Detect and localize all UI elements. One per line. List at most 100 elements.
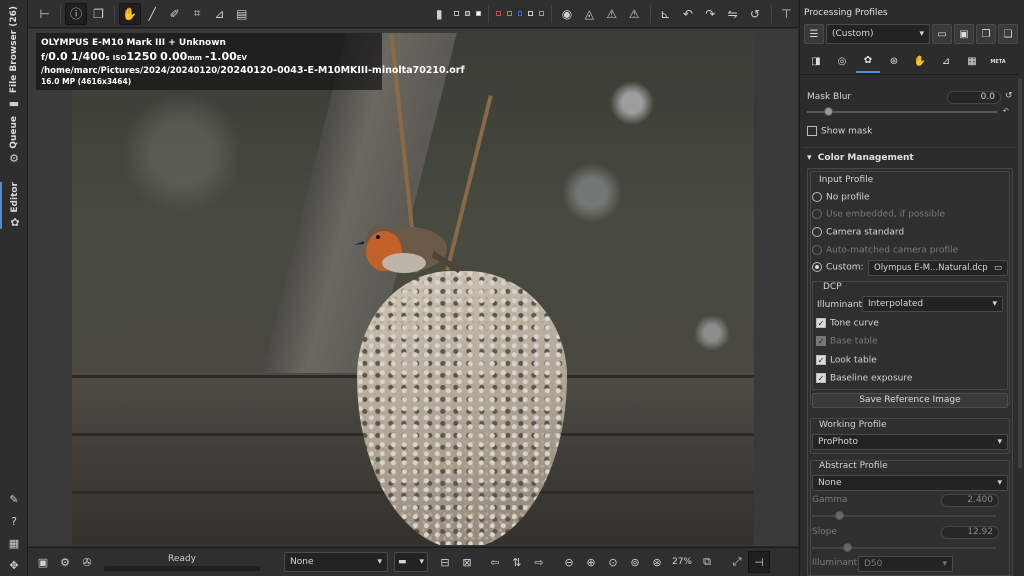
tab-editor[interactable]: Editor ✿ [0, 182, 28, 229]
save-profile-icon[interactable]: ▣ [954, 24, 974, 44]
history-toggle-icon[interactable]: ⊢ [34, 3, 55, 25]
gamma-knob[interactable] [835, 511, 844, 520]
help-icon[interactable]: ? [0, 510, 28, 532]
tab-queue[interactable]: Queue ⚙ [0, 116, 28, 165]
working-profile-select[interactable]: ProPhoto ▾ [812, 434, 1008, 450]
channel-blue-icon[interactable] [517, 11, 523, 16]
save-reference-button[interactable]: Save Reference Image [812, 393, 1008, 408]
sync-icon[interactable]: ⇅ [506, 551, 528, 573]
wb-picker-icon[interactable]: ╱ [142, 3, 163, 25]
tone-curve-checkbox[interactable]: ✓ Tone curve [816, 318, 879, 329]
save-icon[interactable]: ▣ [32, 551, 54, 573]
next-image-icon[interactable]: ⇨ [528, 551, 550, 573]
tab-transform-icon[interactable]: ⊿ [934, 51, 958, 73]
spot-removal-icon[interactable]: ✐ [164, 3, 185, 25]
fullscreen-icon[interactable]: ⤢ [726, 551, 748, 573]
move-icon[interactable]: ✥ [0, 554, 28, 576]
profile-select[interactable]: (Custom) ▾ [826, 24, 930, 44]
zoom-in-icon[interactable]: ⊕ [580, 551, 602, 573]
slope-knob[interactable] [843, 543, 852, 552]
input-profile-title: Input Profile [819, 175, 874, 185]
illuminant-select[interactable]: Interpolated ▾ [862, 296, 1003, 312]
channel-red-icon[interactable] [495, 11, 501, 16]
mask-blur-value[interactable]: 0.0 [947, 91, 1001, 104]
zoom-out-icon[interactable]: ⊖ [558, 551, 580, 573]
snapshot-profile-select[interactable]: None ▾ [284, 552, 388, 572]
radio-auto-matched[interactable]: Auto-matched camera profile [812, 245, 958, 256]
tab-file-browser[interactable]: File Browser (26) ▬ [0, 6, 28, 110]
channel-luma-icon[interactable] [528, 11, 534, 16]
softproof-icon[interactable]: ⊟ [434, 551, 456, 573]
focus-mask-icon[interactable]: ◉ [556, 3, 577, 25]
gamut-check-icon[interactable]: ⊠ [456, 551, 478, 573]
mask-blur-knob[interactable] [824, 107, 833, 116]
straighten-icon[interactable]: ⊿ [209, 3, 230, 25]
tab-favorites-icon[interactable]: ◨ [804, 51, 828, 73]
right-panel-scrollbar[interactable] [1018, 78, 1022, 468]
slope-value[interactable]: 12.92 [941, 526, 999, 539]
tab-advanced-icon[interactable]: ⊛ [882, 51, 906, 73]
gears-icon: ⚙ [9, 152, 19, 166]
histogram-icon[interactable]: ⊾ [655, 3, 676, 25]
info-icon[interactable]: ⓘ [65, 2, 87, 25]
show-mask-checkbox[interactable]: Show mask [807, 126, 872, 137]
copy-profile-icon[interactable]: ❐ [976, 24, 996, 44]
prev-image-icon[interactable]: ⇦ [484, 551, 506, 573]
gamut-icon[interactable]: ◬ [579, 3, 600, 25]
paste-profile-icon[interactable]: ❏ [998, 24, 1018, 44]
zoom-fit-icon[interactable]: ⊛ [646, 551, 668, 573]
bg-black-icon[interactable] [453, 11, 459, 16]
radio-no-profile[interactable]: No profile [812, 192, 870, 203]
tab-exposure-icon[interactable]: ◎ [830, 51, 854, 73]
bg-color-icon[interactable]: ▮ [429, 3, 450, 25]
queue-icon[interactable]: ⚙ [54, 551, 76, 573]
flip-icon[interactable]: ⇋ [722, 3, 743, 25]
toggle-right-panel-icon[interactable]: ⊤ [776, 3, 797, 25]
hand-tool-icon[interactable]: ✋ [119, 2, 141, 25]
image-size: 16.0 MP (4616x3464) [41, 77, 132, 86]
image-viewport[interactable] [28, 29, 798, 546]
reset-icon[interactable]: ↺ [1005, 91, 1013, 101]
abstract-profile-select[interactable]: None ▾ [812, 475, 1008, 491]
zoom-fit-crop-icon[interactable]: ⊚ [624, 551, 646, 573]
paste-partial-icon[interactable]: ☰ [804, 24, 824, 44]
color-management-header[interactable]: ▾ Color Management [807, 153, 914, 163]
new-detail-window-icon[interactable]: ⧉ [696, 551, 718, 573]
radio-camera-standard[interactable]: Camera standard [812, 227, 904, 238]
base-table-checkbox[interactable]: ✓ Base table [816, 336, 878, 347]
baseline-exposure-checkbox[interactable]: ✓ Baseline exposure [816, 373, 912, 384]
tab-local-icon[interactable]: ✋ [908, 51, 932, 73]
slope-slider[interactable] [812, 547, 996, 549]
open-profile-icon[interactable]: ▭ [932, 24, 952, 44]
channel-focus-icon[interactable] [539, 11, 545, 16]
custom-profile-file[interactable]: Olympus E-M...Natural.dcp ▭ [868, 260, 1008, 276]
reset-small-icon[interactable]: ↶ [1003, 107, 1009, 115]
abstract-illuminant-select[interactable]: D50 ▾ [858, 556, 953, 572]
look-table-checkbox[interactable]: ✓ Look table [816, 355, 877, 366]
working-profile-title: Working Profile [819, 420, 887, 430]
radio-custom[interactable]: Custom: [812, 262, 864, 273]
tab-metadata-icon[interactable]: META [986, 51, 1010, 73]
bg-white-icon[interactable] [475, 11, 481, 16]
tab-color-icon[interactable]: ✿ [856, 51, 880, 73]
zoom-100-icon[interactable]: ⊙ [602, 551, 624, 573]
highlight-clip-icon[interactable]: ⚠ [623, 3, 644, 25]
qr-icon[interactable]: ▦ [0, 532, 28, 554]
undo-icon[interactable]: ↺ [744, 3, 765, 25]
shadow-clip-icon[interactable]: ⚠ [601, 3, 622, 25]
external-editor-icon[interactable]: ✇ [76, 551, 98, 573]
rotate-left-icon[interactable]: ↶ [677, 3, 698, 25]
crop-icon[interactable]: ⌗ [186, 3, 207, 25]
before-after-icon[interactable]: ❐ [88, 3, 109, 25]
toggle-panel-icon[interactable]: ⊣ [748, 551, 770, 573]
color-picker-icon[interactable]: ✎ [0, 488, 28, 510]
gamma-value[interactable]: 2.400 [941, 494, 999, 507]
mask-blur-slider[interactable] [807, 111, 997, 113]
radio-use-embedded[interactable]: Use embedded, if possible [812, 209, 945, 220]
channel-green-icon[interactable] [506, 11, 512, 16]
tab-raw-icon[interactable]: ▦ [960, 51, 984, 73]
bg-gray-icon[interactable] [464, 11, 470, 16]
rotate-right-icon[interactable]: ↷ [700, 3, 721, 25]
color-mode-select[interactable]: ▬ ▾ [394, 552, 428, 572]
perspective-icon[interactable]: ▤ [231, 3, 252, 25]
